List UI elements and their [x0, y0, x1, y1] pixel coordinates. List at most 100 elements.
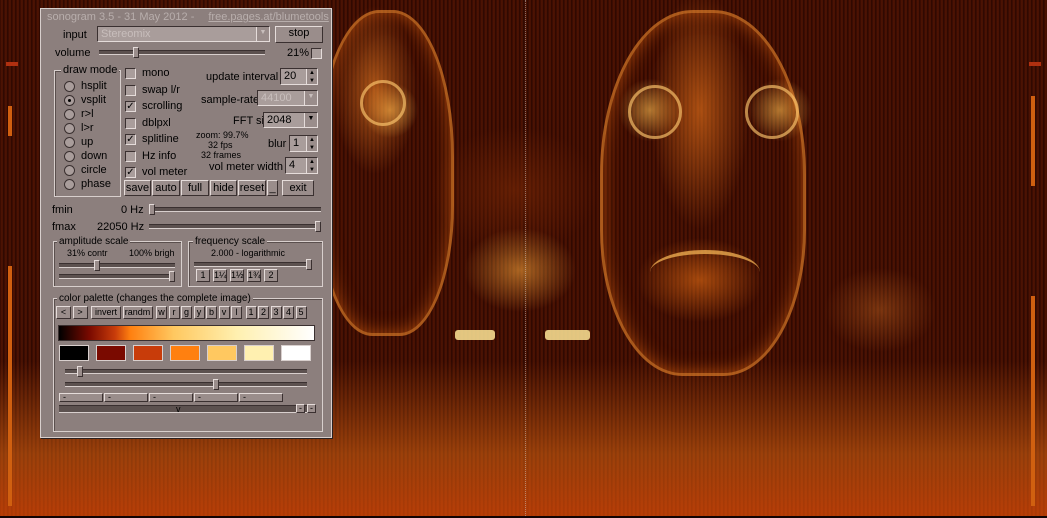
option-label: splitline — [142, 133, 179, 145]
draw-mode-radio-2[interactable] — [64, 109, 75, 120]
website-link[interactable]: free.pages.at/blumetools — [208, 11, 328, 23]
palette-slider-thumb[interactable] — [77, 366, 83, 377]
palette-dash-button-1[interactable]: - — [104, 393, 148, 402]
draw-mode-radio-4[interactable] — [64, 137, 75, 148]
fmax-slider[interactable] — [149, 224, 321, 229]
palette-button-9[interactable]: v — [218, 306, 230, 319]
palette-button-0[interactable]: < — [56, 306, 71, 319]
chevron-down-icon[interactable]: ▼ — [256, 27, 269, 41]
chevron-down-icon[interactable]: ▼ — [304, 91, 317, 105]
option-checkbox-0[interactable] — [125, 68, 136, 79]
spectro-bar — [545, 330, 590, 340]
palette-dash-button-2[interactable]: - — [149, 393, 193, 402]
volume-checkbox[interactable] — [311, 48, 322, 59]
action-button-0[interactable]: save — [124, 180, 151, 196]
palette-swatch-2[interactable] — [133, 345, 163, 361]
option-checkbox-2[interactable]: ✓ — [125, 101, 136, 112]
frequency-preset-button-3[interactable]: 1¾ — [247, 269, 261, 282]
spinner-arrows-icon[interactable]: ▲ ▼ — [306, 136, 317, 151]
palette-button-2[interactable]: invert — [91, 306, 121, 319]
blur-input[interactable]: 1 ▲ ▼ — [289, 135, 318, 152]
palette-slider-2[interactable] — [65, 382, 307, 387]
volume-slider-thumb[interactable] — [133, 47, 139, 58]
volume-percent: 21% — [287, 47, 310, 59]
palette-button-3[interactable]: randm — [122, 306, 153, 319]
volume-slider[interactable] — [99, 50, 265, 55]
action-button-5[interactable]: _ — [267, 180, 278, 196]
palette-dash-button-4[interactable]: - — [239, 393, 283, 402]
scroll-right-button[interactable]: - — [307, 404, 316, 413]
palette-button-7[interactable]: y — [193, 306, 205, 319]
frequency-preset-button-0[interactable]: 1 — [196, 269, 210, 282]
fmin-slider[interactable] — [149, 207, 321, 212]
palette-button-4[interactable]: w — [156, 306, 167, 319]
palette-button-11[interactable]: 1 — [245, 306, 257, 319]
option-checkbox-4[interactable]: ✓ — [125, 134, 136, 145]
palette-button-10[interactable]: l — [231, 306, 242, 319]
stop-button[interactable]: stop — [275, 26, 323, 43]
sample-rate-select[interactable]: 44100 ▼ — [257, 90, 318, 106]
action-button-4[interactable]: reset — [238, 180, 266, 196]
contrast-slider[interactable] — [59, 263, 175, 268]
volume-label: volume — [55, 47, 91, 59]
action-button-3[interactable]: hide — [210, 180, 237, 196]
input-device-select[interactable]: Stereomix ▼ — [97, 26, 270, 42]
spinner-arrows-icon[interactable]: ▲ ▼ — [306, 158, 317, 173]
option-checkbox-5[interactable] — [125, 150, 136, 162]
palette-button-12[interactable]: 2 — [258, 306, 269, 319]
frequency-preset-button-4[interactable]: 2 — [264, 269, 278, 282]
scroll-left-button[interactable]: - — [296, 404, 305, 413]
frequency-preset-button-2[interactable]: 1½ — [230, 269, 244, 282]
palette-swatch-1[interactable] — [96, 345, 126, 361]
draw-mode-radio-6[interactable] — [64, 165, 75, 176]
palette-dash-button-0[interactable]: - — [59, 393, 103, 402]
input-label: input — [63, 29, 87, 41]
palette-gradient[interactable] — [58, 325, 315, 341]
option-checkbox-6[interactable]: ✓ — [125, 167, 136, 178]
palette-swatch-3[interactable] — [170, 345, 200, 361]
palette-slider-1[interactable] — [65, 369, 307, 374]
right-vol-meter — [1029, 62, 1041, 518]
brightness-slider-thumb[interactable] — [169, 271, 175, 282]
fmin-slider-thumb[interactable] — [149, 204, 155, 215]
draw-mode-radio-1[interactable] — [64, 95, 75, 106]
frequency-scale-slider-thumb[interactable] — [306, 259, 312, 270]
fmax-slider-thumb[interactable] — [315, 221, 321, 232]
fft-size-select[interactable]: 2048 ▼ — [263, 112, 318, 128]
spinner-arrows-icon[interactable]: ▲ ▼ — [306, 69, 317, 84]
option-label: Hz info — [142, 149, 177, 162]
contrast-slider-thumb[interactable] — [94, 260, 100, 271]
option-checkbox-3[interactable] — [125, 117, 136, 129]
palette-dash-button-3[interactable]: - — [194, 393, 238, 402]
palette-swatch-5[interactable] — [244, 345, 274, 361]
action-button-2[interactable]: full — [181, 180, 209, 196]
action-button-6[interactable]: exit — [282, 180, 314, 196]
vol-meter-width-input[interactable]: 4 ▲ ▼ — [285, 157, 318, 174]
draw-mode-radio-3[interactable] — [64, 123, 75, 134]
update-interval-input[interactable]: 20 ▲ ▼ — [280, 68, 318, 85]
frequency-scale-slider[interactable] — [194, 262, 312, 267]
palette-button-1[interactable]: > — [72, 306, 88, 319]
palette-button-8[interactable]: b — [206, 306, 217, 319]
brightness-slider[interactable] — [59, 274, 175, 279]
chevron-down-icon[interactable]: ▼ — [304, 113, 317, 127]
palette-swatch-0[interactable] — [59, 345, 89, 361]
draw-mode-radio-7[interactable] — [64, 179, 75, 190]
palette-swatch-6[interactable] — [281, 345, 311, 361]
palette-button-6[interactable]: g — [181, 306, 192, 319]
palette-button-14[interactable]: 4 — [283, 306, 294, 319]
draw-mode-radio-0[interactable] — [64, 81, 75, 92]
fmax-value: 22050 Hz — [97, 221, 145, 233]
palette-button-13[interactable]: 3 — [270, 306, 282, 319]
option-checkbox-1[interactable] — [125, 84, 136, 96]
fmin-label: fmin — [52, 204, 73, 216]
palette-button-5[interactable]: r — [168, 306, 180, 319]
palette-scrollbar[interactable] — [59, 405, 307, 413]
action-button-1[interactable]: auto — [152, 180, 180, 196]
draw-mode-radio-5[interactable] — [64, 151, 75, 162]
sample-rate-label: sample-rate — [201, 94, 260, 106]
palette-slider-thumb[interactable] — [213, 379, 219, 390]
frequency-preset-button-1[interactable]: 1¼ — [213, 269, 227, 282]
palette-swatch-4[interactable] — [207, 345, 237, 361]
palette-button-15[interactable]: 5 — [295, 306, 307, 319]
